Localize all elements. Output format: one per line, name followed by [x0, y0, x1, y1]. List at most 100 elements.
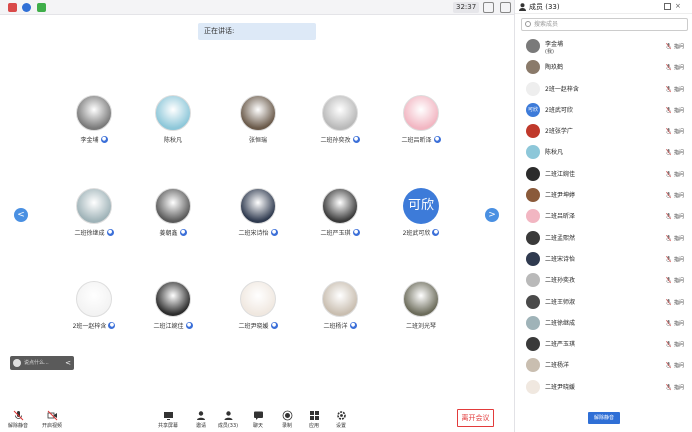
participant-avatar: [322, 95, 358, 131]
mic-off-icon[interactable]: [666, 383, 671, 391]
mic-off-icon[interactable]: [666, 319, 671, 327]
mic-off-icon[interactable]: [666, 341, 671, 348]
mic-muted-icon: ●: [352, 229, 360, 236]
member-action-label[interactable]: 指问: [674, 43, 684, 50]
member-name: 二班尹晓媛: [545, 383, 576, 391]
member-name: 2班武可欣: [545, 106, 573, 114]
members-button[interactable]: 成员(33): [214, 410, 242, 429]
mic-off-icon[interactable]: [666, 277, 671, 284]
member-action-label[interactable]: 指问: [674, 192, 684, 199]
member-action-label[interactable]: 指问: [674, 213, 684, 220]
signal-icon: [37, 3, 46, 12]
collapse-chat-icon[interactable]: <: [65, 356, 71, 370]
member-action-label[interactable]: 指问: [674, 341, 684, 348]
member-action-label[interactable]: 指问: [674, 171, 684, 178]
member-name: 二班宋诗怡: [545, 255, 576, 263]
member-avatar: [526, 315, 540, 330]
apps-button[interactable]: 应用: [300, 410, 328, 429]
member-item[interactable]: 李金埔 (我) 指问: [515, 36, 692, 57]
next-page-button[interactable]: >: [485, 208, 499, 222]
member-action-label[interactable]: 指问: [674, 362, 684, 369]
participant-tile[interactable]: 二班吕昕泽 ●: [366, 95, 476, 144]
member-search-input[interactable]: 搜索成员: [521, 18, 688, 31]
participant-name: 二班徐继成: [74, 230, 105, 237]
mic-off-icon[interactable]: [666, 362, 671, 369]
member-item[interactable]: 二班孟熙然 指问: [515, 228, 692, 249]
member-action-label[interactable]: 指问: [674, 86, 684, 93]
member-name: 二班尹坤婷: [545, 192, 576, 200]
member-action-label[interactable]: 指问: [674, 384, 684, 391]
member-list: 李金埔 (我) 指问 陶玖鹤 指问 2班一赵梓含 指问 可欣 2班武可欣 指问 2班张学广 指问 陈秋凡…: [515, 36, 692, 398]
member-action-label[interactable]: 指问: [674, 235, 684, 242]
chat-button[interactable]: 聊天: [244, 410, 272, 429]
video-label: 开启视频: [41, 423, 62, 429]
member-avatar: [526, 358, 540, 373]
video-button[interactable]: 开启视频: [38, 410, 66, 429]
member-item[interactable]: 2班张学广 指问: [515, 121, 692, 142]
mic-off-icon[interactable]: [666, 234, 671, 242]
fullscreen-icon[interactable]: [483, 2, 494, 13]
share-screen-button[interactable]: 共享屏幕: [154, 410, 182, 429]
mic-off-icon[interactable]: [666, 213, 671, 220]
popout-icon[interactable]: [664, 3, 671, 10]
member-action-label[interactable]: 指问: [674, 149, 684, 156]
member-item[interactable]: 二班徐继成 指问: [515, 313, 692, 334]
mic-off-icon[interactable]: [666, 298, 671, 306]
mic-off-icon[interactable]: [666, 192, 671, 199]
member-item[interactable]: 二班杨洋 指问: [515, 355, 692, 376]
member-avatar: [526, 145, 540, 160]
member-item[interactable]: 2班一赵梓含 指问: [515, 79, 692, 100]
member-item[interactable]: 二班尹坤婷 指问: [515, 185, 692, 206]
record-icon: [282, 410, 293, 421]
member-avatar: [526, 294, 540, 309]
member-item[interactable]: 二班严玉琪 指问: [515, 334, 692, 355]
mic-off-icon[interactable]: [666, 149, 671, 156]
member-action-label[interactable]: 指问: [674, 299, 684, 306]
member-item[interactable]: 二班宋诗怡 指问: [515, 249, 692, 270]
participant-name-row: 2班武可欣 ●: [366, 228, 476, 237]
member-action-label[interactable]: 指问: [674, 256, 684, 263]
mute-button[interactable]: 解除静音: [4, 410, 32, 429]
participant-tile[interactable]: 二班刘光琴: [366, 281, 476, 330]
invite-icon: [196, 410, 207, 421]
mic-off-icon[interactable]: [666, 128, 671, 135]
unmute-all-button[interactable]: 解除静音: [588, 412, 620, 424]
member-avatar: [526, 188, 540, 203]
member-item[interactable]: 二班吕昕泽 指问: [515, 206, 692, 227]
layout-icon[interactable]: [500, 2, 511, 13]
member-item[interactable]: 可欣 2班武可欣 指问: [515, 100, 692, 121]
member-item[interactable]: 二班江婉佳 指问: [515, 164, 692, 185]
participant-name: 二班吕昕泽: [401, 137, 432, 144]
member-name: 李金埔: [545, 41, 564, 48]
mic-off-icon[interactable]: [666, 255, 671, 263]
member-item[interactable]: 二班王师淑 指问: [515, 292, 692, 313]
member-action-label[interactable]: 指问: [674, 277, 684, 284]
emoji-icon[interactable]: [13, 359, 21, 367]
settings-button[interactable]: 设置: [327, 410, 355, 429]
top-bar: 32:37: [0, 0, 514, 15]
member-action-label[interactable]: 指问: [674, 320, 684, 327]
leave-meeting-button[interactable]: 离开会议: [457, 409, 494, 427]
member-item[interactable]: 二班孙奕孜 指问: [515, 270, 692, 291]
mic-muted-icon: ●: [349, 322, 357, 329]
mic-off-icon[interactable]: [666, 85, 671, 93]
member-item[interactable]: 二班尹晓媛 指问: [515, 377, 692, 398]
mic-off-icon[interactable]: [666, 43, 671, 50]
member-action-label[interactable]: 指问: [674, 64, 684, 71]
participant-tile[interactable]: 可欣 2班武可欣 ●: [366, 188, 476, 237]
participant-avatar: [155, 281, 191, 317]
mic-off-icon[interactable]: [666, 170, 671, 178]
apps-icon: [309, 410, 320, 421]
record-button[interactable]: 录制: [273, 410, 301, 429]
member-action-label[interactable]: 指问: [674, 128, 684, 135]
invite-button[interactable]: 邀请: [187, 410, 215, 429]
mic-off-icon[interactable]: [666, 64, 671, 71]
member-name: 二班严玉琪: [545, 341, 576, 349]
close-icon[interactable]: ×: [675, 3, 682, 10]
prev-page-button[interactable]: <: [14, 208, 28, 222]
chat-input[interactable]: 说点什么... <: [10, 356, 74, 370]
member-action-label[interactable]: 指问: [674, 107, 684, 114]
member-item[interactable]: 陶玖鹤 指问: [515, 57, 692, 78]
mic-off-icon[interactable]: [666, 106, 671, 114]
member-item[interactable]: 陈秋凡 指问: [515, 142, 692, 163]
